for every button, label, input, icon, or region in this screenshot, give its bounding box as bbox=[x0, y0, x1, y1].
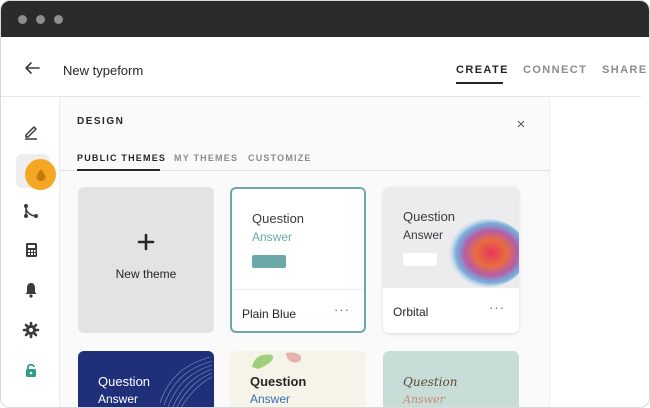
tab-public-themes[interactable]: PUBLIC THEMES bbox=[77, 153, 166, 163]
theme-card-orbital[interactable]: Question Answer Orbital ··· bbox=[383, 187, 519, 333]
back-arrow-icon[interactable] bbox=[23, 59, 41, 77]
new-theme-label: New theme bbox=[115, 267, 177, 281]
orbital-gradient-art bbox=[447, 219, 519, 287]
theme-name: Plain Blue bbox=[242, 307, 297, 321]
theme-preview: Question Answer bbox=[232, 189, 364, 289]
left-tool-rail bbox=[1, 97, 60, 407]
active-tab-underline bbox=[77, 169, 160, 171]
app-header: New typeform CREATE CONNECT SHARE bbox=[1, 37, 646, 97]
close-icon[interactable]: × bbox=[514, 117, 528, 132]
logic-branch-icon bbox=[24, 204, 38, 218]
preview-answer: Answer bbox=[252, 230, 293, 244]
wave-lines-art bbox=[159, 356, 213, 407]
theme-preview: Question Answer bbox=[383, 187, 519, 287]
blob-shapes-art bbox=[252, 352, 302, 369]
more-options-icon[interactable]: ··· bbox=[334, 302, 350, 317]
preview-question: Question bbox=[250, 374, 307, 389]
theme-card-navy[interactable]: Question Answer bbox=[78, 351, 214, 407]
bell-icon bbox=[25, 283, 37, 298]
theme-name: Orbital bbox=[393, 305, 429, 319]
pencil-icon bbox=[25, 126, 37, 140]
rail-access-button[interactable] bbox=[19, 358, 43, 382]
theme-card-cream[interactable]: Question Answer bbox=[230, 351, 366, 407]
preview-answer: Answer bbox=[98, 392, 139, 406]
paint-drop-icon bbox=[36, 168, 45, 181]
window-dot-minimize[interactable] bbox=[36, 15, 45, 24]
lock-icon bbox=[26, 363, 36, 377]
preview-answer: Answer bbox=[250, 392, 291, 406]
rail-settings-button[interactable] bbox=[19, 318, 43, 342]
theme-card-sage[interactable]: Question Answer bbox=[383, 351, 519, 407]
preview-button bbox=[403, 253, 437, 266]
window-dot-close[interactable] bbox=[18, 15, 27, 24]
preview-question: Question bbox=[98, 374, 151, 389]
more-options-icon[interactable]: ··· bbox=[489, 300, 505, 315]
tab-customize[interactable]: CUSTOMIZE bbox=[248, 153, 312, 163]
plus-icon bbox=[137, 233, 155, 251]
rail-notifications-button[interactable] bbox=[19, 278, 43, 302]
rail-content-button[interactable] bbox=[19, 119, 43, 143]
nav-connect[interactable]: CONNECT bbox=[523, 64, 587, 76]
window-titlebar bbox=[1, 1, 649, 37]
nav-create[interactable]: CREATE bbox=[456, 64, 509, 76]
theme-card-footer: Orbital ··· bbox=[383, 287, 519, 333]
new-theme-card[interactable]: New theme bbox=[78, 187, 214, 333]
gear-icon bbox=[22, 321, 40, 339]
preview-question: Question bbox=[403, 375, 458, 389]
design-panel-title: DESIGN bbox=[77, 116, 125, 127]
browser-window: New typeform CREATE CONNECT SHARE DESIGN… bbox=[0, 0, 650, 408]
rail-logic-button[interactable] bbox=[19, 199, 43, 223]
preview-button bbox=[252, 255, 286, 268]
theme-card-footer: Plain Blue ··· bbox=[232, 289, 364, 331]
design-highlight-badge[interactable] bbox=[25, 159, 56, 190]
calculator-icon bbox=[26, 243, 37, 257]
tab-my-themes[interactable]: MY THEMES bbox=[174, 153, 238, 163]
nav-create-underline bbox=[456, 82, 503, 84]
document-title[interactable]: New typeform bbox=[63, 63, 143, 78]
theme-card-plain-blue[interactable]: Question Answer Plain Blue ··· bbox=[230, 187, 366, 333]
preview-answer: Answer bbox=[403, 228, 444, 242]
preview-question: Question bbox=[252, 211, 305, 226]
window-dot-maximize[interactable] bbox=[54, 15, 63, 24]
rail-calculator-button[interactable] bbox=[19, 238, 43, 262]
preview-answer: Answer bbox=[403, 393, 445, 406]
preview-question: Question bbox=[403, 209, 456, 224]
nav-share[interactable]: SHARE bbox=[602, 64, 648, 76]
